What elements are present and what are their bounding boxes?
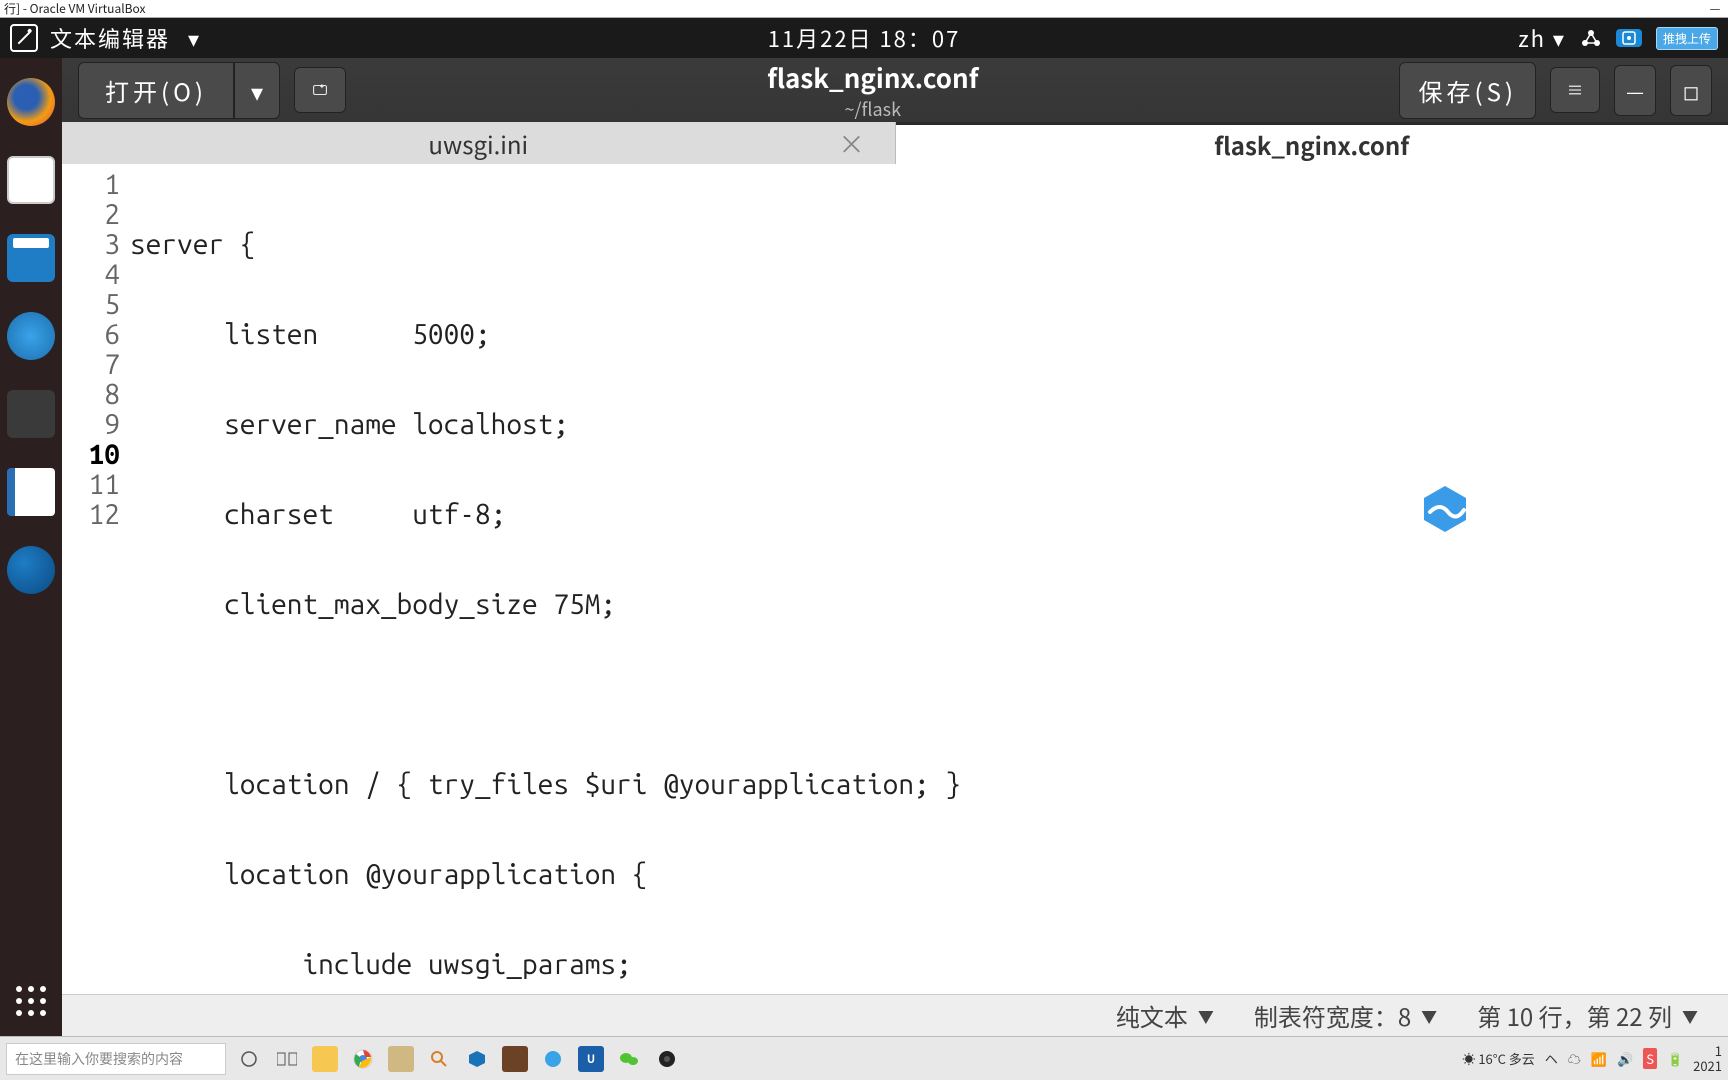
dock	[0, 58, 62, 1036]
tab-uwsgi-ini[interactable]: uwsgi.ini ×	[62, 122, 896, 164]
dock-thunderbird[interactable]	[7, 546, 55, 594]
hamburger-menu[interactable]	[1550, 67, 1600, 113]
editor-app-icon	[10, 24, 38, 52]
close-icon[interactable]: ×	[838, 125, 864, 162]
tb-app3-icon[interactable]	[540, 1046, 566, 1072]
tb-virtualbox-icon[interactable]	[464, 1046, 490, 1072]
open-button[interactable]: 打开(O)	[78, 62, 234, 119]
code-line: include uwsgi_params;	[130, 950, 1728, 980]
host-minimize-button[interactable]: —	[1706, 0, 1724, 17]
dock-text-editor[interactable]	[7, 468, 55, 516]
code-line	[130, 680, 1728, 710]
code-text[interactable]: server { listen 5000; server_name localh…	[130, 170, 1728, 994]
search-placeholder: 在这里输入你要搜索的内容	[15, 1049, 183, 1069]
weather-widget[interactable]: ☀ 16°C 多云	[1462, 1049, 1534, 1068]
tab-label: flask_nginx.conf	[1214, 127, 1409, 162]
windows-taskbar: 在这里输入你要搜索的内容 U ☀ 16°C 多云 ヘ ☁ 📶 🔊 S 🔋 120…	[0, 1036, 1728, 1080]
tb-chrome-icon[interactable]	[350, 1046, 376, 1072]
tray-wifi-icon[interactable]: 📶	[1591, 1049, 1607, 1068]
code-line: listen 5000;	[130, 320, 1728, 350]
syntax-selector[interactable]: 纯文本▼	[1116, 998, 1214, 1033]
dock-nautilus[interactable]	[7, 234, 55, 282]
code-line: location / { try_files $uri @yourapplica…	[130, 770, 1728, 800]
tb-app2-icon[interactable]	[502, 1046, 528, 1072]
code-area[interactable]: 1 2 3 4 5 6 7 8 9 10 11 12 server { list…	[62, 164, 1728, 994]
clock[interactable]: 11月22日 18：07	[768, 22, 961, 54]
code-line: server_name localhost;	[130, 410, 1728, 440]
app-menu[interactable]: 文本编辑器 ▾	[10, 22, 199, 54]
editor-window: 打开(O) ▾ flask_nginx.conf ~/flask 保存(S) —…	[62, 58, 1728, 1036]
tab-width-selector[interactable]: 制表符宽度：8▼	[1254, 998, 1437, 1033]
open-dropdown[interactable]: ▾	[234, 62, 280, 119]
code-line: server {	[130, 230, 1728, 260]
tray-volume-icon[interactable]: 🔊	[1617, 1049, 1633, 1068]
dock-terminal[interactable]	[7, 390, 55, 438]
tray-date[interactable]: 12021	[1693, 1044, 1722, 1073]
tray-battery-icon[interactable]: 🔋	[1667, 1049, 1683, 1068]
tb-obs-icon[interactable]	[654, 1046, 680, 1072]
dock-firefox[interactable]	[7, 78, 55, 126]
tb-explorer-icon[interactable]	[312, 1046, 338, 1072]
tb-app4-icon[interactable]: U	[578, 1046, 604, 1072]
upload-badge[interactable]: 推拽上传	[1656, 27, 1718, 50]
host-title: 行] - Oracle VM VirtualBox	[4, 0, 146, 17]
save-button[interactable]: 保存(S)	[1399, 62, 1536, 119]
line-gutter: 1 2 3 4 5 6 7 8 9 10 11 12	[62, 170, 130, 994]
tb-cortana-icon[interactable]	[236, 1046, 262, 1072]
dock-app-blue[interactable]	[7, 312, 55, 360]
app-name-label: 文本编辑器	[50, 22, 170, 54]
host-titlebar: 行] - Oracle VM VirtualBox —	[0, 0, 1728, 18]
code-line: client_max_body_size 75M;	[130, 590, 1728, 620]
vbox-indicator[interactable]	[1616, 29, 1642, 47]
cursor-position[interactable]: 第 10 行，第 22 列▼	[1477, 998, 1698, 1033]
tray-ime-icon[interactable]: S	[1643, 1048, 1657, 1069]
search-input[interactable]: 在这里输入你要搜索的内容	[6, 1043, 226, 1075]
dock-apps-grid[interactable]	[16, 986, 46, 1016]
status-bar: 纯文本▼ 制表符宽度：8▼ 第 10 行，第 22 列▼	[62, 994, 1728, 1036]
tb-taskview-icon[interactable]	[274, 1046, 300, 1072]
dock-files[interactable]	[7, 156, 55, 204]
tray-chevron-icon[interactable]: ヘ	[1545, 1049, 1558, 1068]
new-tab-button[interactable]	[294, 67, 346, 113]
editor-headerbar: 打开(O) ▾ flask_nginx.conf ~/flask 保存(S) —…	[62, 58, 1728, 122]
tab-bar: uwsgi.ini × flask_nginx.conf	[62, 122, 1728, 164]
tab-label: uwsgi.ini	[428, 126, 528, 161]
tab-flask-nginx-conf[interactable]: flask_nginx.conf	[896, 122, 1728, 164]
file-path-label: ~/flask	[360, 96, 1385, 122]
network-icon[interactable]	[1580, 28, 1602, 48]
ime-indicator[interactable]: zh ▾	[1518, 22, 1566, 54]
tb-app1-icon[interactable]	[388, 1046, 414, 1072]
file-name-label: flask_nginx.conf	[360, 59, 1385, 96]
maximize-button[interactable]: ◻	[1670, 65, 1712, 116]
chevron-down-icon: ▾	[188, 22, 199, 54]
code-line: charset utf-8;	[130, 500, 1728, 530]
tb-wechat-icon[interactable]	[616, 1046, 642, 1072]
tb-search-icon[interactable]	[426, 1046, 452, 1072]
gnome-top-bar: 文本编辑器 ▾ 11月22日 18：07 zh ▾ 推拽上传	[0, 18, 1728, 58]
code-line: location @yourapplication {	[130, 860, 1728, 890]
tray-cloud-icon[interactable]: ☁	[1568, 1049, 1581, 1068]
minimize-button[interactable]: —	[1614, 65, 1656, 116]
